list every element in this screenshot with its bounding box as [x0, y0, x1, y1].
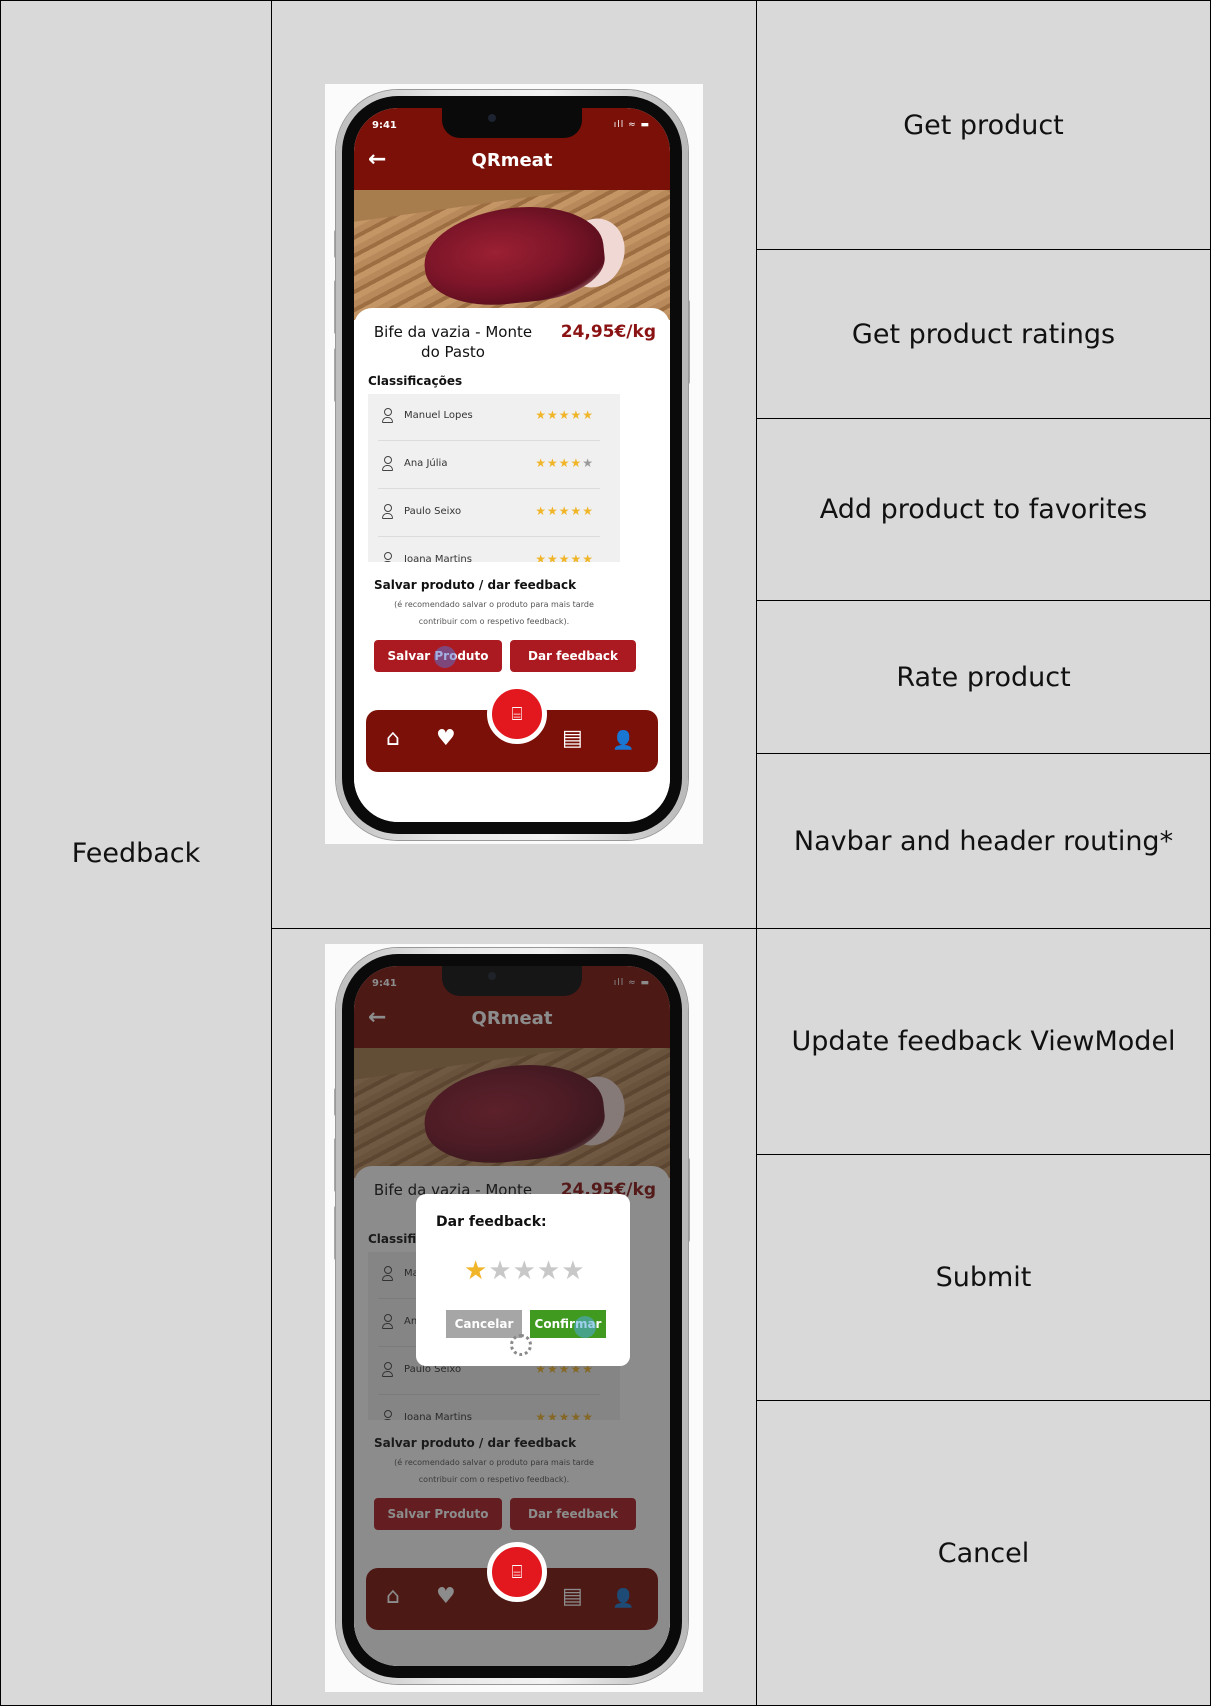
ratings-list[interactable]: Manuel Lopes ★★★★★ Ana Júlia ★★★★★ Paulo…: [368, 394, 620, 562]
rating-user: Ana Júlia: [404, 458, 448, 469]
feature-cell: Submit: [756, 1154, 1211, 1401]
product-card: Bife da vazia - Monte do Pasto 24,95€/kg…: [354, 308, 670, 822]
product-name: Bife da vazia - Monte do Pasto: [373, 323, 533, 361]
row-label: Feedback: [71, 837, 201, 869]
star-rating-input[interactable]: ★★★★★: [464, 1256, 586, 1286]
save-feedback-subtitle: (é recomendado salvar o produto para mai…: [394, 600, 594, 626]
feature-cell: Update feedback ViewModel: [756, 928, 1211, 1155]
profile-icon[interactable]: 👤: [612, 730, 634, 751]
tap-indicator: [434, 646, 456, 668]
give-feedback-button[interactable]: Dar feedback: [510, 640, 636, 672]
rating-stars: ★★★★★: [535, 552, 594, 562]
phone-mockup: 9:41 ıll ≈ ▬ ← QRmeat Bife da vazia - Mo…: [334, 90, 690, 840]
feature-label: Cancel: [937, 1537, 1030, 1569]
star-icon[interactable]: ★: [464, 1256, 488, 1286]
save-feedback-title: Salvar produto / dar feedback: [374, 578, 577, 592]
rating-user: Paulo Seixo: [404, 506, 462, 517]
screenshot-cell-dialog: 9:41 ıll ≈ ▬ ← QRmeat Bife da vazia - Mo…: [271, 928, 757, 1706]
dialog-title: Dar feedback:: [436, 1214, 547, 1230]
status-icons: ıll ≈ ▬: [613, 120, 650, 130]
feature-table: Feedback 9:41 ıll ≈ ▬ ← QRmeat Bife da v…: [0, 0, 1211, 1706]
feature-label: Update feedback ViewModel: [791, 1026, 1176, 1057]
feature-label: Add product to favorites: [819, 494, 1148, 525]
screenshot-feedback-dialog: 9:41 ıll ≈ ▬ ← QRmeat Bife da vazia - Mo…: [325, 944, 703, 1692]
screenshot-cell-product: 9:41 ıll ≈ ▬ ← QRmeat Bife da vazia - Mo…: [271, 0, 757, 929]
app-header: 9:41 ıll ≈ ▬ ← QRmeat: [354, 108, 670, 190]
news-icon[interactable]: ▤: [562, 726, 583, 751]
home-icon[interactable]: ⌂: [386, 726, 400, 751]
feature-cell: Navbar and header routing*: [756, 753, 1211, 929]
feature-cell: Cancel: [756, 1400, 1211, 1706]
rating-stars: ★★★★★: [535, 504, 594, 518]
rating-user: Joana Martins: [404, 554, 472, 562]
feature-label: Submit: [935, 1262, 1032, 1293]
app-title: QRmeat: [471, 150, 553, 171]
feature-cell: Get product: [756, 0, 1211, 250]
tap-indicator: [574, 1316, 596, 1338]
product-price: 24,95€/kg: [560, 322, 656, 342]
screenshot-product: 9:41 ıll ≈ ▬ ← QRmeat Bife da vazia - Mo…: [325, 84, 703, 844]
user-icon: [382, 408, 393, 423]
feature-label: Get product: [903, 109, 1064, 141]
feature-cell: Rate product: [756, 600, 1211, 754]
rating-row: Manuel Lopes ★★★★★: [378, 394, 600, 441]
loading-spinner-icon: [510, 1334, 532, 1356]
user-icon: [382, 456, 393, 471]
qr-scan-icon[interactable]: ⌸: [487, 1542, 547, 1602]
rating-row: Ana Júlia ★★★★★: [378, 442, 600, 489]
feature-label: Rate product: [896, 661, 1071, 693]
feedback-dialog: Dar feedback: ★★★★★ Cancelar Confirmar: [416, 1194, 630, 1366]
feature-label: Navbar and header routing*: [793, 825, 1174, 857]
rating-row: Joana Martins ★★★★★: [378, 538, 600, 562]
phone-screen: 9:41 ıll ≈ ▬ ← QRmeat Bife da vazia - Mo…: [354, 108, 670, 822]
cancel-button[interactable]: Cancelar: [446, 1310, 522, 1338]
product-image: [354, 190, 670, 320]
feature-label: Get product ratings: [851, 318, 1116, 350]
rating-row: Paulo Seixo ★★★★★: [378, 490, 600, 537]
row-label-cell: Feedback: [0, 0, 272, 1706]
rating-stars: ★★★★★: [535, 408, 594, 422]
user-icon: [382, 504, 393, 519]
ratings-heading: Classificações: [368, 374, 463, 388]
star-icon[interactable]: ★★★★: [488, 1256, 585, 1286]
phone-screen: 9:41 ıll ≈ ▬ ← QRmeat Bife da vazia - Mo…: [354, 966, 670, 1666]
rating-stars: ★★★★★: [535, 456, 594, 470]
user-icon: [382, 552, 393, 562]
status-time: 9:41: [372, 120, 397, 131]
rating-user: Manuel Lopes: [404, 410, 473, 421]
heart-icon[interactable]: ♥: [436, 726, 456, 751]
phone-mockup: 9:41 ıll ≈ ▬ ← QRmeat Bife da vazia - Mo…: [334, 948, 690, 1684]
qr-scan-icon[interactable]: ⌸: [487, 684, 547, 744]
feature-cell: Get product ratings: [756, 249, 1211, 419]
feature-cell: Add product to favorites: [756, 418, 1211, 601]
